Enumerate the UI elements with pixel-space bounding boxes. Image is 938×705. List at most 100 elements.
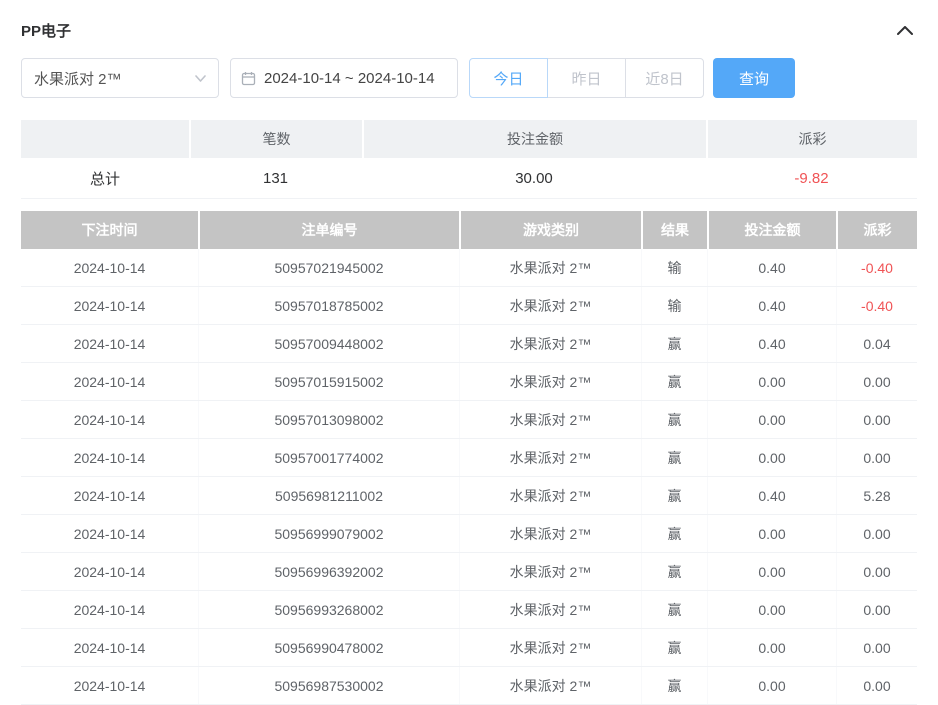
cell-order-id: 50956999079002 — [198, 515, 459, 552]
cell-result: 赢 — [641, 553, 707, 590]
cell-payout: 5.28 — [836, 477, 917, 514]
query-button[interactable]: 查询 — [713, 58, 795, 98]
cell-bet-amount: 0.00 — [707, 553, 836, 590]
page-title: PP电子 — [21, 20, 71, 41]
table-row: 2024-10-1450957021945002水果派对 2™输0.40-0.4… — [21, 249, 917, 287]
cell-bet-time: 2024-10-14 — [21, 401, 198, 438]
cell-order-id: 50956996392002 — [198, 553, 459, 590]
quick-range-group: 今日 昨日 近8日 — [469, 58, 704, 98]
cell-bet-time: 2024-10-14 — [21, 591, 198, 628]
cell-bet-amount: 0.00 — [707, 515, 836, 552]
cell-bet-time: 2024-10-14 — [21, 325, 198, 362]
summary-header-payout: 派彩 — [706, 120, 917, 158]
cell-result: 赢 — [641, 363, 707, 400]
table-row: 2024-10-1450956996392002水果派对 2™赢0.000.00 — [21, 553, 917, 591]
header-bet-amount: 投注金额 — [707, 211, 836, 249]
cell-payout: 0.00 — [836, 553, 917, 590]
summary-table: 笔数 投注金额 派彩 总计 131 30.00 -9.82 — [21, 120, 917, 199]
summary-total-row: 总计 131 30.00 -9.82 — [21, 158, 917, 199]
table-row: 2024-10-1450957015915002水果派对 2™赢0.000.00 — [21, 363, 917, 401]
cell-order-id: 50957015915002 — [198, 363, 459, 400]
cell-game-type: 水果派对 2™ — [459, 553, 641, 590]
last-8-days-button[interactable]: 近8日 — [625, 58, 704, 98]
cell-game-type: 水果派对 2™ — [459, 629, 641, 666]
summary-total-payout: -9.82 — [706, 158, 917, 199]
cell-bet-amount: 0.00 — [707, 591, 836, 628]
header-order-id: 注单编号 — [198, 211, 459, 249]
cell-order-id: 50957001774002 — [198, 439, 459, 476]
cell-payout: -0.40 — [836, 249, 917, 286]
summary-header-empty — [21, 120, 189, 158]
pp-dianzi-panel: PP电子 水果派对 2™ — [0, 0, 938, 705]
cell-game-type: 水果派对 2™ — [459, 515, 641, 552]
table-row: 2024-10-1450956987530002水果派对 2™赢0.000.00 — [21, 667, 917, 705]
table-row: 2024-10-1450956981211002水果派对 2™赢0.405.28 — [21, 477, 917, 515]
summary-header-count: 笔数 — [189, 120, 362, 158]
cell-game-type: 水果派对 2™ — [459, 325, 641, 362]
header-game-type: 游戏类别 — [459, 211, 641, 249]
bet-table-header-row: 下注时间 注单编号 游戏类别 结果 投注金额 派彩 — [21, 211, 917, 249]
game-select[interactable]: 水果派对 2™ — [21, 58, 219, 98]
cell-payout: 0.00 — [836, 439, 917, 476]
summary-total-count: 131 — [189, 158, 362, 199]
header-payout: 派彩 — [836, 211, 917, 249]
cell-order-id: 50957021945002 — [198, 249, 459, 286]
header-result: 结果 — [641, 211, 707, 249]
filter-bar: 水果派对 2™ 2024-10-14 ~ 2024-10-14 今日 昨日 — [21, 58, 917, 98]
cell-order-id: 50956993268002 — [198, 591, 459, 628]
panel-header: PP电子 — [21, 16, 917, 44]
cell-order-id: 50956990478002 — [198, 629, 459, 666]
cell-game-type: 水果派对 2™ — [459, 439, 641, 476]
cell-payout: 0.00 — [836, 591, 917, 628]
cell-payout: 0.00 — [836, 629, 917, 666]
bet-table-body: 2024-10-1450957021945002水果派对 2™输0.40-0.4… — [21, 249, 917, 705]
cell-bet-time: 2024-10-14 — [21, 439, 198, 476]
table-row: 2024-10-1450957009448002水果派对 2™赢0.400.04 — [21, 325, 917, 363]
game-select-value: 水果派对 2™ — [34, 68, 122, 89]
cell-bet-amount: 0.40 — [707, 325, 836, 362]
cell-payout: 0.00 — [836, 363, 917, 400]
cell-bet-time: 2024-10-14 — [21, 515, 198, 552]
today-button[interactable]: 今日 — [469, 58, 548, 98]
cell-result: 输 — [641, 249, 707, 286]
cell-result: 赢 — [641, 477, 707, 514]
cell-result: 赢 — [641, 515, 707, 552]
yesterday-button[interactable]: 昨日 — [547, 58, 626, 98]
table-row: 2024-10-1450956993268002水果派对 2™赢0.000.00 — [21, 591, 917, 629]
cell-game-type: 水果派对 2™ — [459, 591, 641, 628]
cell-payout: 0.00 — [836, 515, 917, 552]
summary-total-bet-amount: 30.00 — [362, 158, 706, 199]
table-row: 2024-10-1450957001774002水果派对 2™赢0.000.00 — [21, 439, 917, 477]
collapse-chevron-up-icon[interactable] — [893, 24, 917, 37]
chevron-down-icon — [195, 75, 206, 82]
cell-bet-amount: 0.00 — [707, 401, 836, 438]
cell-order-id: 50956981211002 — [198, 477, 459, 514]
cell-game-type: 水果派对 2™ — [459, 287, 641, 324]
cell-order-id: 50957018785002 — [198, 287, 459, 324]
cell-bet-time: 2024-10-14 — [21, 287, 198, 324]
cell-result: 输 — [641, 287, 707, 324]
cell-game-type: 水果派对 2™ — [459, 363, 641, 400]
cell-result: 赢 — [641, 401, 707, 438]
cell-result: 赢 — [641, 325, 707, 362]
date-range-input[interactable]: 2024-10-14 ~ 2024-10-14 — [230, 58, 458, 98]
cell-bet-time: 2024-10-14 — [21, 629, 198, 666]
cell-bet-time: 2024-10-14 — [21, 249, 198, 286]
cell-bet-amount: 0.00 — [707, 629, 836, 666]
cell-bet-amount: 0.40 — [707, 249, 836, 286]
cell-bet-amount: 0.00 — [707, 363, 836, 400]
cell-bet-amount: 0.40 — [707, 287, 836, 324]
summary-header-bet-amount: 投注金额 — [362, 120, 706, 158]
cell-game-type: 水果派对 2™ — [459, 477, 641, 514]
cell-bet-amount: 0.40 — [707, 477, 836, 514]
summary-total-label: 总计 — [21, 158, 189, 199]
cell-result: 赢 — [641, 439, 707, 476]
cell-result: 赢 — [641, 591, 707, 628]
cell-bet-time: 2024-10-14 — [21, 553, 198, 590]
table-row: 2024-10-1450956990478002水果派对 2™赢0.000.00 — [21, 629, 917, 667]
bet-table: 下注时间 注单编号 游戏类别 结果 投注金额 派彩 2024-10-145095… — [21, 211, 917, 705]
table-row: 2024-10-1450957018785002水果派对 2™输0.40-0.4… — [21, 287, 917, 325]
cell-game-type: 水果派对 2™ — [459, 249, 641, 286]
cell-payout: 0.00 — [836, 401, 917, 438]
cell-bet-amount: 0.00 — [707, 439, 836, 476]
